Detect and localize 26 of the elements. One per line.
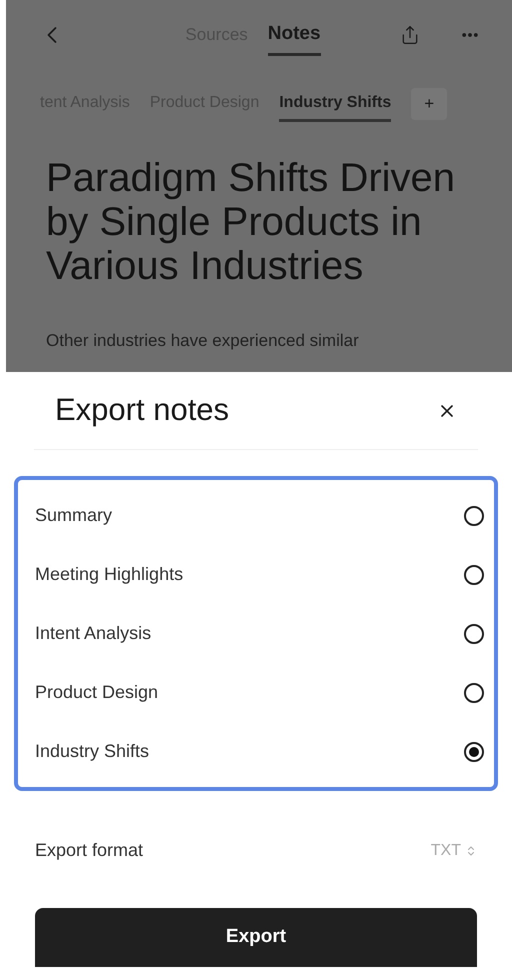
radio-button[interactable]: [464, 682, 484, 702]
add-tab-button[interactable]: +: [411, 88, 448, 120]
option-row[interactable]: Meeting Highlights: [18, 545, 494, 604]
option-row[interactable]: Summary: [18, 486, 494, 545]
tab[interactable]: Notes: [268, 14, 321, 56]
format-selector[interactable]: TXT: [430, 838, 477, 862]
option-label: Intent Analysis: [35, 622, 152, 645]
option-row[interactable]: Product Design: [18, 663, 494, 722]
option-row[interactable]: Intent Analysis: [18, 604, 494, 663]
option-label: Summary: [35, 504, 112, 527]
note-title: Paradigm Shifts Driven by Single Products in Various Industries: [46, 156, 456, 288]
option-label: Meeting Highlights: [35, 563, 184, 586]
radio-button[interactable]: [464, 624, 484, 644]
radio-button[interactable]: [464, 742, 484, 762]
radio-button[interactable]: [464, 564, 484, 584]
note-body: Other industries have experienced similar: [46, 330, 360, 352]
note-tab[interactable]: Industry Shifts: [279, 90, 392, 122]
option-label: Industry Shifts: [35, 740, 150, 763]
export-button[interactable]: Export: [35, 908, 477, 967]
radio-button[interactable]: [464, 506, 484, 526]
updown-icon: [465, 844, 477, 856]
option-row[interactable]: Industry Shifts: [18, 722, 494, 781]
format-label: Export format: [35, 839, 144, 862]
sheet-title: Export notes: [55, 391, 230, 430]
option-label: Product Design: [35, 681, 158, 704]
share-icon[interactable]: [400, 25, 420, 45]
